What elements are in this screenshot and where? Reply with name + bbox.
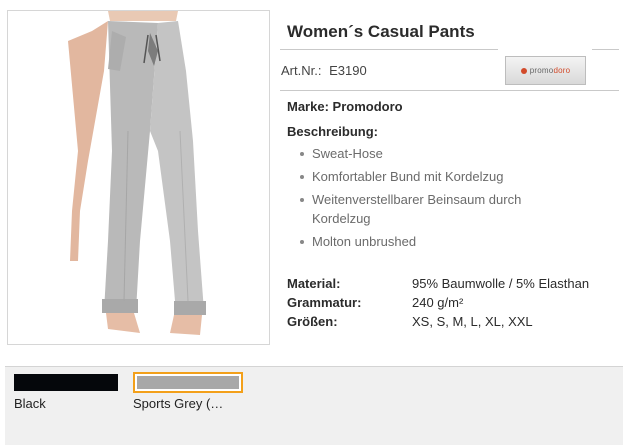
description-heading: Beschreibung: <box>287 124 379 139</box>
article-number-label: Art.Nr.: <box>281 63 322 78</box>
color-label-sports-grey: Sports Grey (… <box>133 396 224 411</box>
pants-illustration <box>8 11 269 344</box>
color-swatch-black[interactable] <box>14 374 118 391</box>
brand-logo[interactable]: promo doro <box>505 56 586 85</box>
description-item: Komfortabler Bund mit Kordelzug <box>298 167 563 186</box>
header-divider <box>280 90 619 91</box>
title-divider-right <box>592 49 619 50</box>
description-item: Molton unbrushed <box>298 232 563 251</box>
color-selector: Black Sports Grey (… <box>5 366 623 445</box>
article-number-value: E3190 <box>329 63 367 78</box>
product-title: Women´s Casual Pants <box>287 22 475 41</box>
article-number: Art.Nr.: E3190 <box>281 63 367 78</box>
color-label-black: Black <box>14 396 46 411</box>
brand-logo-icon <box>520 67 527 74</box>
product-image[interactable] <box>7 10 270 345</box>
color-swatch-sports-grey[interactable] <box>133 372 243 393</box>
description-item: Sweat-Hose <box>298 144 563 163</box>
spec-row-grammatur: Grammatur: 240 g/m² <box>287 295 464 310</box>
title-divider <box>280 49 498 50</box>
spec-row-material: Material: 95% Baumwolle / 5% Elasthan <box>287 276 590 291</box>
spec-row-sizes: Größen: XS, S, M, L, XL, XXL <box>287 314 533 329</box>
spec-table: Material: 95% Baumwolle / 5% Elasthan Gr… <box>287 276 589 333</box>
brand-line: Marke: Promodoro <box>287 99 403 114</box>
description-item: Weitenverstellbarer Beinsaum durch Korde… <box>298 190 563 228</box>
color-swatch-sports-grey-fill <box>137 376 239 389</box>
description-list: Sweat-Hose Komfortabler Bund mit Kordelz… <box>298 144 563 255</box>
